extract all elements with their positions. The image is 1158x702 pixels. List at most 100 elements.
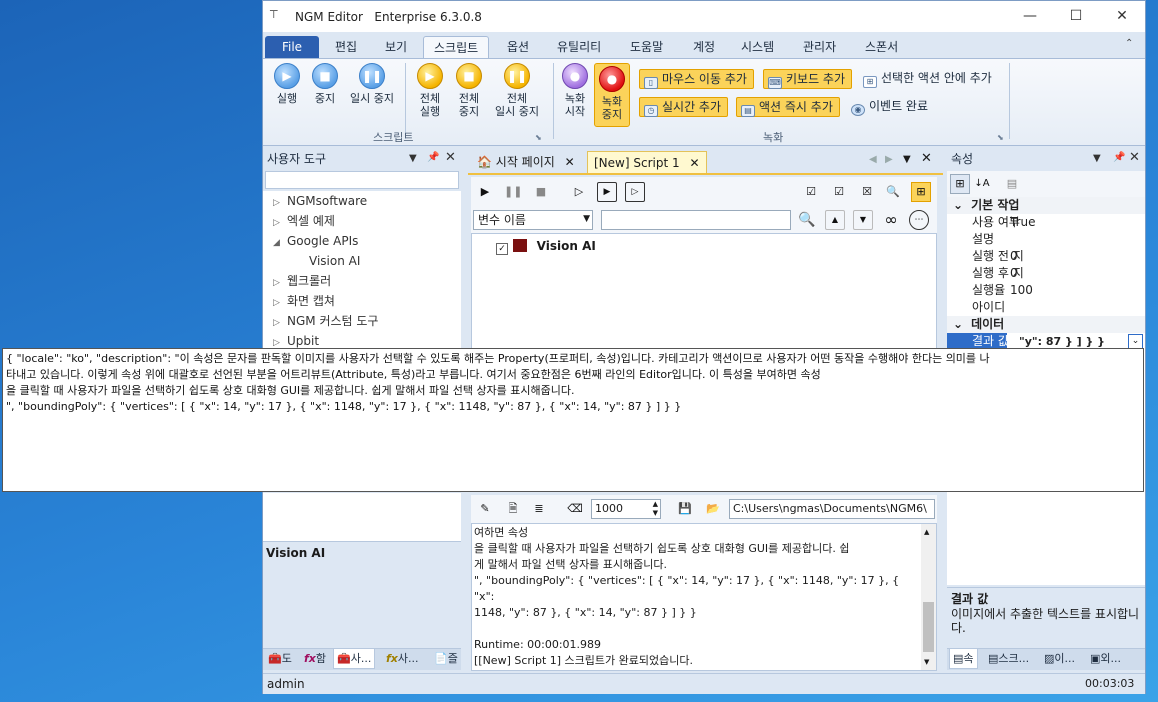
add-in-selected-button[interactable]: ⊞ 선택한 액션 안에 추가 [859,69,998,89]
scroll-right-icon[interactable]: ▶ [885,154,893,165]
loop-icon[interactable]: ∞ [881,210,901,230]
add-mouse-move-button[interactable]: ▯ 마우스 이동 추가 [639,69,754,89]
add-action-now-button[interactable]: ▤ 액션 즉시 추가 [736,97,840,117]
category-basic[interactable]: ⌄ 기본 작업 [947,197,1145,214]
prop-value[interactable]: "y": 87 } ] } } [1007,335,1105,348]
dropdown-editor-icon[interactable]: ⌄ [1128,334,1143,349]
tree-item-ngm-custom-tools[interactable]: ▷ NGM 커스텀 도구 [263,311,461,331]
move-up-icon[interactable]: ▲ [825,210,845,230]
menu-utility[interactable]: 유틸리티 [547,36,611,58]
collapse-arrow-icon[interactable]: ◢ [273,233,287,253]
pause-all-button[interactable]: ❚❚ 전체 일시 중지 [489,63,545,118]
tab-properties[interactable]: ▤속 [949,649,978,669]
prop-row-delay-before[interactable]: 실행 전 지0 [947,248,1145,265]
tab-external[interactable]: ▣외... [1087,649,1124,669]
checkbox-icon[interactable]: ✓ [496,243,508,255]
tree-item-screen-capture[interactable]: ▷ 화면 캡쳐 [263,291,461,311]
tool-search-input[interactable] [265,171,459,189]
folder-icon[interactable]: 📂 [703,499,723,519]
categorized-icon[interactable]: ⊞ [950,174,970,194]
expand-arrow-icon[interactable]: ▷ [273,313,287,333]
prop-row-enabled[interactable]: 사용 여부True [947,214,1145,231]
collapse-ribbon-icon[interactable]: ⌃ [1125,38,1133,49]
close-icon[interactable]: ✕ [921,151,932,166]
prop-value[interactable] [1007,300,1010,314]
add-realtime-button[interactable]: ◷ 실시간 추가 [639,97,729,117]
prop-value[interactable]: True [1007,215,1036,229]
minimize-button[interactable]: — [1007,1,1053,32]
dropdown-icon[interactable]: ▼ [409,153,417,164]
prop-row-description[interactable]: 설명 [947,231,1145,248]
pin-icon[interactable]: 📌 [427,152,439,163]
menu-script[interactable]: 스크립트 [423,36,490,58]
expand-arrow-icon[interactable]: ▷ [273,273,287,293]
check-all-icon[interactable]: ☑ [801,182,821,202]
tab-user-tools[interactable]: 🧰사... [333,649,376,669]
save-icon[interactable]: 💾 [675,499,695,519]
scrollbar-thumb[interactable] [923,602,934,652]
move-down-icon[interactable]: ▼ [853,210,873,230]
more-icon[interactable]: ⋯ [909,210,929,230]
run-button[interactable]: ▶ 실행 [267,63,307,105]
tree-item-excel-examples[interactable]: ▷ 엑셀 예제 [263,211,461,231]
tab-functions[interactable]: fx함 [301,649,329,669]
search-icon[interactable]: 🔍 [883,182,903,202]
eraser-icon[interactable]: ⌫ [565,499,585,519]
tree-item-vision-ai[interactable]: Vision AI [263,251,461,271]
stepper-arrows-icon[interactable]: ▲ ▼ [653,500,658,518]
dropdown-icon[interactable]: ▼ [903,154,911,165]
pin-icon[interactable]: 📌 [1113,152,1125,163]
variable-select[interactable]: 변수 이름 ▼ [473,210,593,230]
sort-az-icon[interactable]: ↓A [972,174,992,194]
tab-images[interactable]: ▨이... [1041,649,1078,669]
prop-row-rate[interactable]: 실행율 100 [947,282,1145,299]
expand-arrow-icon[interactable]: ▷ [273,293,287,313]
log-path-field[interactable]: C:\Users\ngmas\Documents\NGM6\ [729,499,935,519]
tree-view-icon[interactable]: ⊞ [911,182,931,202]
scroll-up-icon[interactable]: ▲ [924,528,929,536]
close-button[interactable]: ✕ [1099,1,1145,32]
close-icon[interactable]: ✕ [565,155,575,169]
category-data[interactable]: ⌄ 데이터 [947,316,1145,333]
pause-button[interactable]: ❚❚ 일시 중지 [345,63,399,105]
action-item[interactable]: ✓ Vision AI [496,239,596,255]
menu-edit[interactable]: 편집 [325,36,367,58]
stop-button[interactable]: ■ 중지 [305,63,345,105]
collapse-icon[interactable]: ⌄ [947,317,971,331]
menu-sponsor[interactable]: 스폰서 [855,36,908,58]
tab-tools[interactable]: 🧰도 [265,649,295,669]
menu-system[interactable]: 시스템 [731,36,784,58]
pause-icon[interactable]: ❚❚ [503,182,523,202]
dropdown-icon[interactable]: ▼ [1093,153,1101,164]
tab-user-functions[interactable]: fx사... [383,649,422,669]
add-keyboard-button[interactable]: ⌨ 키보드 추가 [763,69,853,89]
tab-favorites[interactable]: 📄즐 [431,649,461,669]
scroll-left-icon[interactable]: ◀ [869,154,877,165]
record-stop-button[interactable]: ● 녹화 중지 [594,63,630,127]
dialog-launcher-icon[interactable]: ⬊ [535,133,542,142]
menu-view[interactable]: 보기 [375,36,417,58]
list-icon[interactable]: ≣ [529,499,549,519]
property-pages-icon[interactable]: ▤ [1002,174,1022,194]
clear-log-icon[interactable]: ✎ [475,499,495,519]
variable-search-input[interactable] [601,210,791,230]
stop-all-button[interactable]: ■ 전체 중지 [449,63,489,118]
log-settings-icon[interactable]: 🗎 [503,499,523,519]
run-from-icon[interactable]: ▶ [597,182,617,202]
stop-icon[interactable]: ■ [531,182,551,202]
collapse-icon[interactable]: ⌄ [947,198,971,212]
event-complete-button[interactable]: ◉ 이벤트 완료 [847,97,934,117]
uncheck-icon[interactable]: ☒ [857,182,877,202]
tree-item-web-crawler[interactable]: ▷ 웹크롤러 [263,271,461,291]
menu-file[interactable]: File [265,36,319,58]
search-icon[interactable]: 🔍 [797,210,817,230]
menu-admin[interactable]: 관리자 [793,36,846,58]
menu-help[interactable]: 도움말 [620,36,673,58]
log-scrollbar[interactable]: ▲ ▼ [921,524,936,670]
prop-row-id[interactable]: 아이디 [947,299,1145,316]
step-icon[interactable]: ▷ [569,182,589,202]
run-selected-icon[interactable]: ▷ [625,182,645,202]
tab-start-page[interactable]: 🏠 시작 페이지 ✕ [471,151,581,173]
prop-value[interactable] [1007,232,1010,246]
close-icon[interactable]: ✕ [1129,150,1140,165]
